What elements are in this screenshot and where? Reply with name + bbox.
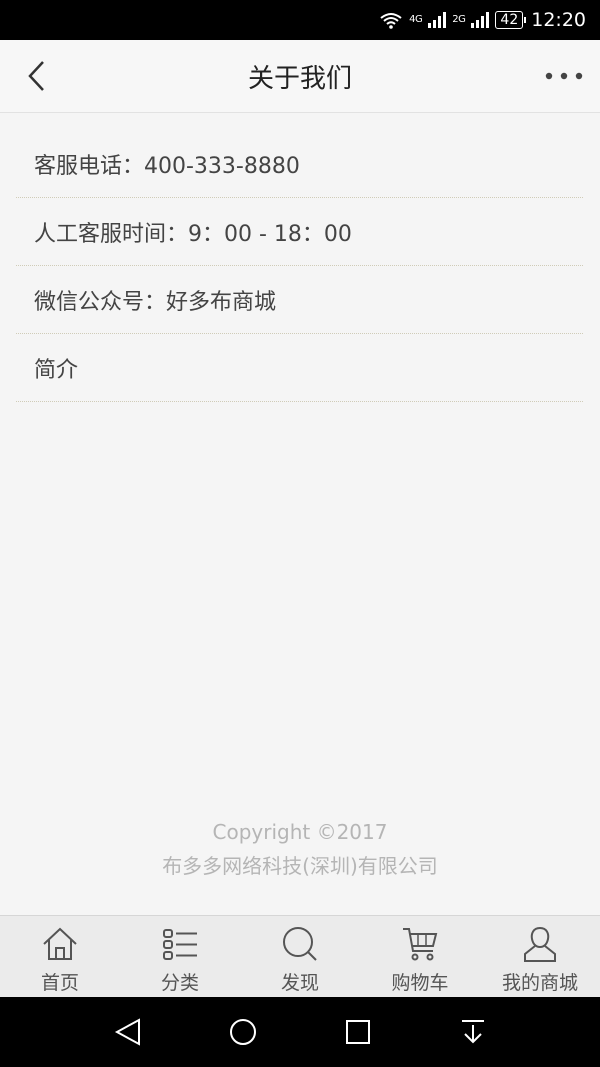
- copyright-text: Copyright ©2017: [212, 820, 388, 844]
- home-icon: [43, 927, 77, 960]
- bottom-tab-bar: 首页 分类 发现 购物车 我的商城: [0, 915, 600, 998]
- signal-icon-2: [471, 12, 490, 28]
- info-item-text: 客服电话：400-333-8880: [34, 153, 300, 179]
- status-time: 12:20: [531, 9, 586, 31]
- info-item-intro[interactable]: 简介: [16, 334, 583, 402]
- tab-my-mall[interactable]: 我的商城: [480, 916, 600, 998]
- signal-icon: [428, 12, 447, 28]
- app-header: 关于我们: [0, 40, 600, 113]
- info-item-service-hours: 人工客服时间：9：00 - 18：00: [16, 198, 583, 266]
- category-list-icon: [163, 929, 197, 960]
- user-icon: [524, 926, 556, 962]
- network-type-label: 4G: [409, 14, 423, 25]
- nav-recents-button[interactable]: [336, 1010, 380, 1054]
- chevron-left-icon: [28, 61, 44, 91]
- system-nav-bar: [0, 997, 600, 1067]
- tab-label: 发现: [280, 972, 319, 994]
- circle-home-icon: [229, 1019, 256, 1045]
- tab-label: 购物车: [391, 972, 449, 994]
- tab-discover[interactable]: 发现: [240, 916, 360, 998]
- info-item-text: 简介: [34, 357, 79, 383]
- square-recents-icon: [345, 1020, 370, 1044]
- about-info-list: 客服电话：400-333-8880 人工客服时间：9：00 - 18：00 微信…: [16, 130, 583, 402]
- company-name: 布多多网络科技(深圳)有限公司: [162, 854, 438, 878]
- triangle-back-icon: [114, 1018, 140, 1046]
- info-item-text: 人工客服时间：9：00 - 18：00: [34, 221, 352, 247]
- nav-notification-button[interactable]: [451, 1010, 495, 1054]
- status-icons: 4G 2G 42: [379, 11, 527, 29]
- search-icon: [283, 927, 317, 961]
- tab-label: 分类: [160, 972, 199, 994]
- nav-home-button[interactable]: [221, 1010, 265, 1054]
- pull-down-icon: [461, 1020, 484, 1044]
- tab-cart[interactable]: 购物车: [360, 916, 480, 998]
- tab-home[interactable]: 首页: [0, 916, 120, 998]
- info-item-text: 微信公众号：好多布商城: [34, 289, 277, 315]
- battery-indicator: 42: [495, 11, 527, 29]
- cart-icon: [403, 928, 438, 961]
- info-item-wechat: 微信公众号：好多布商城: [16, 266, 583, 334]
- page-title: 关于我们: [247, 63, 352, 94]
- tab-label: 首页: [40, 972, 79, 994]
- tab-category[interactable]: 分类: [120, 916, 240, 998]
- back-button[interactable]: [16, 56, 56, 96]
- status-bar: 4G 2G 42 12:20: [0, 0, 600, 40]
- info-item-phone: 客服电话：400-333-8880: [16, 130, 583, 198]
- wifi-icon: [380, 13, 402, 29]
- network-type-label-2: 2G: [452, 14, 466, 25]
- more-options-button[interactable]: [542, 56, 586, 96]
- nav-back-button[interactable]: [106, 1010, 150, 1054]
- tab-label: 我的商城: [501, 972, 578, 994]
- more-dots-icon: [545, 72, 583, 80]
